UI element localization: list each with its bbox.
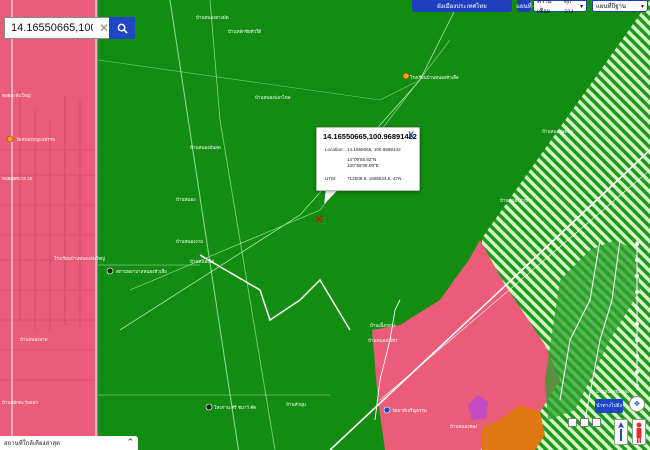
map-label: บ้านหลักชัยหัวใต้ bbox=[228, 29, 262, 34]
layer-button[interactable]: แผนที่ bbox=[516, 0, 532, 12]
map-label: ซอยสะพันใหญ่ bbox=[2, 93, 31, 98]
map-label: บ้านหนองปลาไหล bbox=[255, 95, 291, 100]
opacity-select[interactable]: ความเชื่อม ทุกวาง ▾ bbox=[533, 0, 587, 15]
zoom-slider[interactable] bbox=[633, 240, 641, 390]
map-label: บ้านหนองเพ็ชร bbox=[368, 338, 398, 343]
area-icon[interactable] bbox=[580, 418, 589, 427]
nearby-places-bar[interactable]: สถานที่ใกล้เคียงล่าสุด ⌃ bbox=[0, 436, 138, 450]
opacity-select-value: ทุกวาง bbox=[563, 0, 574, 15]
search-button[interactable] bbox=[109, 17, 135, 39]
ruler-icon[interactable] bbox=[568, 418, 577, 427]
map-label: วัดหนองกุญแจสรรพ bbox=[16, 137, 56, 142]
map-label: บ้านหัวมุม bbox=[286, 402, 306, 407]
search-icon bbox=[117, 23, 128, 34]
opacity-select-label: ความเชื่อม bbox=[537, 0, 552, 15]
chevron-down-icon: ▾ bbox=[579, 3, 583, 10]
map-label: บ้านหนองหัวช้าง bbox=[500, 198, 533, 203]
navigate-button[interactable]: นำทางไปยัง bbox=[595, 399, 623, 413]
location-label: Location: bbox=[325, 147, 344, 152]
map-label: บ้านหนองลาด bbox=[20, 337, 48, 342]
popup-title: 14.16550665,100.96891422 bbox=[323, 132, 417, 141]
map-label: บ้านหนองขุมทอง bbox=[596, 389, 630, 394]
province-plan-button[interactable]: ผังเมืองประเทศไทย bbox=[412, 0, 512, 12]
chevron-down-icon: ▾ bbox=[640, 3, 644, 10]
map-label: ซอยเทศบาล 15 bbox=[2, 176, 33, 181]
map-label: บ้านหนองทอง bbox=[450, 424, 478, 429]
location-value: 14.1655066, 100.9689142 bbox=[347, 147, 401, 152]
pan-control-icon[interactable]: ✥ bbox=[629, 396, 645, 412]
map-label: โรงเรียนบ้านหนองอันใหญ่ bbox=[54, 256, 105, 261]
utm-label: UTM: bbox=[325, 176, 337, 181]
map-label: บ้านหนอง bbox=[176, 197, 196, 202]
map-label: บ้านหลักตะวันออก bbox=[2, 400, 38, 405]
search-input[interactable] bbox=[4, 17, 109, 39]
pegman-icon[interactable] bbox=[632, 419, 646, 445]
map-label: บ้านหนองอันสุด bbox=[190, 145, 221, 150]
close-button[interactable]: X bbox=[408, 130, 414, 140]
basemap-select-label: แผนที่ปีฐาน bbox=[596, 4, 627, 10]
zone-pink-west bbox=[0, 0, 98, 450]
map-label: บ้านหนองงาม bbox=[176, 239, 204, 244]
map-label: สถานพยาบาลหนองหัวเสือ bbox=[116, 269, 167, 274]
search-bar: ✕ bbox=[4, 17, 135, 39]
print-icon[interactable] bbox=[592, 418, 601, 427]
map-label: โหงกาน คีรี ชนาวี ค๊ด bbox=[214, 405, 257, 410]
chevron-double-up-icon[interactable]: ⌃ bbox=[126, 437, 134, 448]
street-view-icon[interactable] bbox=[614, 419, 628, 445]
map-label: วัดมาดีเจริญธรรม bbox=[392, 408, 427, 413]
map-label: โรงเรียนบ้านหนองหัวเสือ bbox=[410, 75, 459, 80]
coordinate-popup: 14.16550665,100.96891422 X Location: 14.… bbox=[316, 127, 420, 191]
nearby-places-label: สถานที่ใกล้เคียงล่าสุด bbox=[4, 441, 61, 447]
map-label: บ้านหนองยางมัด bbox=[196, 15, 229, 20]
utm-value: 712508.6, 1566524.5, 47N bbox=[347, 176, 402, 181]
zoning-map[interactable] bbox=[0, 0, 650, 450]
clear-icon[interactable]: ✕ bbox=[99, 20, 109, 36]
map-label: บ้านเนิ้งกลาง bbox=[370, 323, 396, 328]
basemap-select[interactable]: แผนที่ปีฐาน ▾ bbox=[592, 0, 648, 12]
map-label: บ้านหนองพูดอิน bbox=[542, 129, 574, 134]
map-label: บ้านหนองไผ่ bbox=[190, 259, 215, 264]
dms-lon: 100°58'08.09"E bbox=[347, 163, 379, 168]
